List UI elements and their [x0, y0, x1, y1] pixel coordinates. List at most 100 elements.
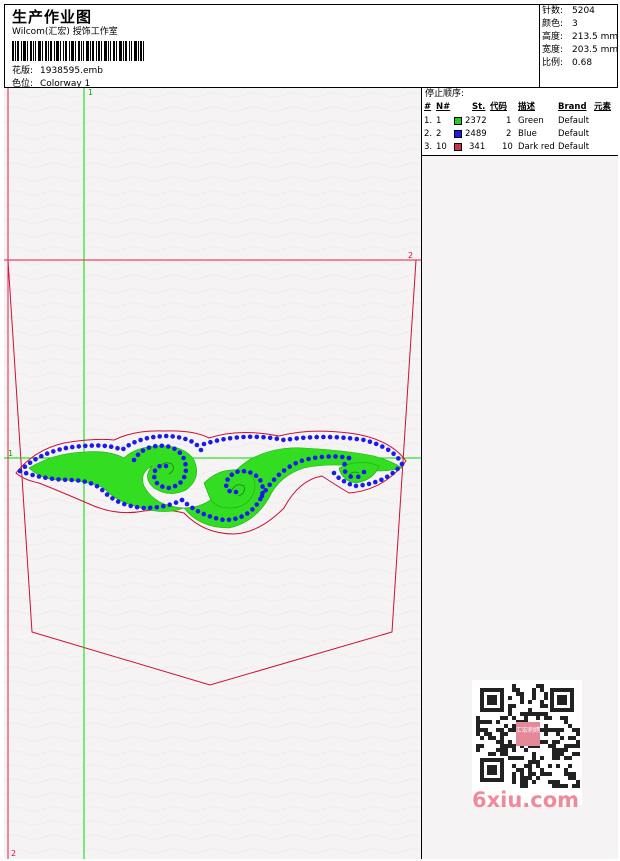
bead — [259, 493, 265, 499]
bead — [115, 499, 121, 504]
height-value: 213.5 mm — [572, 32, 619, 42]
bead — [89, 443, 95, 448]
col-header-index: # — [424, 102, 432, 112]
bead — [348, 474, 354, 479]
bead — [391, 451, 396, 457]
bead — [281, 437, 286, 443]
bead — [131, 457, 137, 463]
bead — [241, 434, 246, 440]
bead — [341, 435, 346, 441]
col-header-description: 描述 — [518, 102, 536, 112]
bead — [267, 482, 273, 488]
bead — [160, 484, 165, 489]
bead — [208, 439, 213, 445]
bead — [22, 464, 28, 470]
bead — [250, 507, 255, 512]
bead — [30, 472, 35, 478]
bead — [395, 466, 400, 472]
bead — [227, 436, 233, 441]
bead — [326, 454, 332, 459]
scale-label: 比例: — [542, 58, 564, 68]
bead — [83, 443, 88, 449]
bead — [314, 434, 320, 440]
bead — [167, 502, 172, 508]
bead — [347, 436, 353, 441]
bead — [115, 446, 120, 451]
bead — [366, 481, 372, 487]
bead — [247, 434, 253, 440]
bead — [356, 474, 361, 480]
color-swatch-dark-red — [454, 143, 462, 151]
bead — [195, 508, 201, 514]
bead — [27, 460, 33, 466]
bead — [134, 504, 140, 510]
bead — [201, 441, 207, 447]
design-canvas: 1 1 2 2 — [4, 88, 422, 859]
bead — [248, 470, 253, 475]
bead — [76, 444, 82, 449]
bead — [138, 437, 143, 443]
bead — [267, 435, 273, 441]
bead — [233, 516, 238, 521]
bead — [241, 468, 247, 474]
scale-value: 0.68 — [572, 58, 593, 68]
bead — [287, 436, 293, 442]
bead — [121, 446, 126, 452]
bead — [347, 481, 353, 487]
stop-sequence-table: 停止顺序: # N# St. 代码 描述 Brand 元素 1. 1 2372 … — [422, 88, 618, 156]
bead — [178, 480, 183, 485]
bead — [189, 439, 194, 444]
bead — [287, 464, 293, 469]
bead — [122, 501, 127, 507]
design-stats: 针数: 5204 颜色: 3 高度: 213.5 mm 宽度: 203.5 mm… — [540, 4, 618, 88]
design-drawing: 1 1 2 2 — [4, 88, 421, 859]
bead — [390, 470, 396, 476]
stitch-count-value: 5204 — [572, 6, 595, 16]
bead — [373, 479, 378, 485]
bead — [254, 434, 260, 440]
bead — [153, 443, 158, 449]
bead — [334, 435, 340, 440]
bead — [94, 483, 100, 489]
guide-label-h2: 2 — [408, 251, 413, 260]
color-swatch-green — [454, 117, 462, 125]
bead — [183, 468, 189, 474]
sequence-title: 停止顺序: — [425, 89, 465, 99]
side-panel: 停止顺序: # N# St. 代码 描述 Brand 元素 1. 1 2372 … — [422, 88, 618, 859]
bead — [360, 482, 365, 488]
bead — [227, 488, 232, 494]
bead — [75, 478, 81, 483]
bead — [254, 502, 259, 507]
bead — [152, 474, 157, 480]
bead — [69, 477, 74, 483]
bead — [23, 470, 29, 476]
col-header-n: N# — [436, 102, 451, 112]
bead — [353, 483, 359, 489]
bead — [327, 434, 333, 440]
bead — [194, 442, 200, 448]
bead — [263, 488, 269, 493]
bead — [234, 435, 240, 440]
bead — [341, 479, 347, 484]
bead — [384, 474, 390, 480]
site-watermark: 6xiu.com — [472, 788, 580, 812]
bead — [226, 517, 232, 523]
bead — [342, 469, 348, 474]
bead — [336, 475, 341, 481]
bead — [36, 474, 42, 479]
bead — [161, 503, 166, 509]
bead — [260, 484, 265, 489]
bead — [379, 477, 384, 483]
company-name: Wilcom(汇宏) 授饰工作室 — [12, 27, 118, 37]
bead — [198, 447, 204, 453]
bead — [183, 436, 188, 442]
bead — [253, 473, 259, 479]
bead — [340, 454, 345, 460]
bead — [102, 443, 108, 449]
bead — [70, 444, 75, 450]
bead — [396, 456, 401, 461]
bead — [62, 477, 68, 483]
color-swatch-blue — [454, 130, 462, 138]
bead — [213, 516, 219, 521]
bead — [333, 454, 338, 459]
